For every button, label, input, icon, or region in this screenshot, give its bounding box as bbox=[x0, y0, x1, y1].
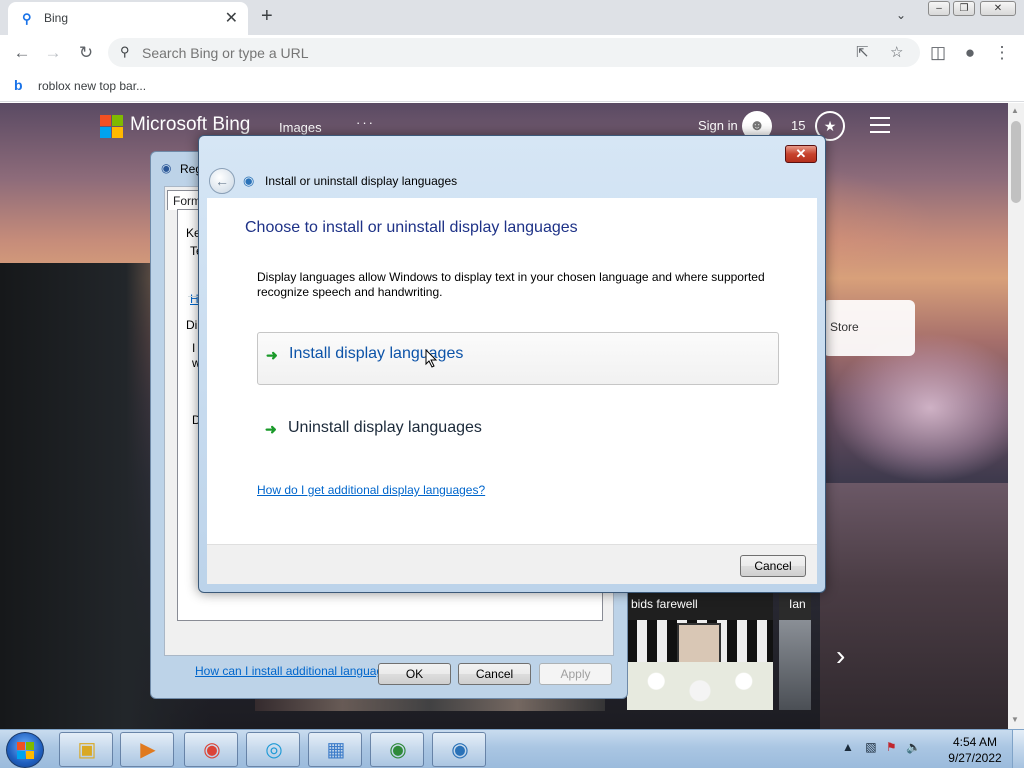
cancel-button[interactable]: Cancel bbox=[458, 663, 531, 685]
ok-button[interactable]: OK bbox=[378, 663, 451, 685]
address-bar[interactable]: ⚲ ⇱ ☆ bbox=[108, 38, 920, 67]
cancel-button[interactable]: Cancel bbox=[740, 555, 806, 577]
forward-arrow-icon[interactable]: → bbox=[41, 41, 65, 65]
clock-date: 9/27/2022 bbox=[948, 751, 1002, 765]
dialog-title: Install or uninstall display languages bbox=[265, 174, 458, 188]
mouse-pointer-icon bbox=[425, 349, 438, 368]
close-window-button[interactable]: ✕ bbox=[980, 1, 1016, 16]
dialog-heading: Choose to install or uninstall display l… bbox=[245, 219, 578, 236]
menu-kebab-icon[interactable]: ⋮ bbox=[990, 41, 1014, 65]
taskbar-region[interactable]: ◉ bbox=[370, 732, 424, 767]
install-languages-link[interactable]: How can I install additional languages? bbox=[195, 664, 402, 678]
green-arrow-icon: ➜ bbox=[266, 347, 278, 363]
network-icon[interactable]: ▧ bbox=[865, 740, 876, 754]
reload-icon[interactable]: ↻ bbox=[74, 41, 98, 65]
news-headline: bids farewell bbox=[631, 597, 698, 611]
action-center-icon[interactable]: ⚑ bbox=[886, 740, 897, 754]
tab-bing[interactable]: ⚲ Bing ✕ bbox=[8, 2, 248, 35]
start-button[interactable] bbox=[6, 732, 44, 768]
search-icon: ⚲ bbox=[120, 44, 130, 59]
clock-time: 4:54 AM bbox=[952, 735, 998, 749]
bookmark-star-icon[interactable]: ☆ bbox=[890, 43, 903, 61]
tab-title: Bing bbox=[44, 11, 69, 25]
back-arrow-icon[interactable]: ← bbox=[10, 41, 34, 65]
search-icon: ⚲ bbox=[22, 11, 32, 26]
bookmark-label: roblox new top bar... bbox=[38, 79, 147, 93]
sign-in-link[interactable]: Sign in bbox=[698, 118, 738, 133]
thumbnail-strip bbox=[255, 699, 605, 711]
bing-logo-text: Microsoft Bing bbox=[130, 114, 251, 135]
taskbar-edge[interactable]: ◎ bbox=[246, 732, 300, 767]
news-card[interactable]: bids farewell bbox=[627, 590, 773, 710]
scroll-up-arrow-icon[interactable]: ▲ bbox=[1011, 106, 1019, 115]
volume-icon[interactable]: 🔈 bbox=[906, 740, 921, 754]
nav-more[interactable]: ··· bbox=[356, 115, 375, 130]
page-scrollbar[interactable]: ▲ ▼ bbox=[1008, 103, 1024, 729]
scrollbar-thumb[interactable] bbox=[1011, 121, 1021, 203]
address-input[interactable] bbox=[142, 43, 842, 62]
taskbar-chrome[interactable]: ◉ bbox=[184, 732, 238, 767]
close-button[interactable]: ✕ bbox=[785, 145, 817, 163]
tab-strip: ⚲ Bing ✕ + ⌄ – ❐ ✕ bbox=[0, 0, 1024, 35]
minimize-button[interactable]: – bbox=[928, 1, 950, 16]
show-hidden-icons-icon[interactable]: ▲ bbox=[842, 740, 854, 754]
taskbar: ▣ ▶ ◉ ◎ ▦ ◉ ◉ ▲ ▧ ⚑ 🔈 4:54 AM 9/27/2022 bbox=[0, 729, 1024, 768]
nav-images[interactable]: Images bbox=[279, 120, 322, 135]
store-card-label: Store bbox=[830, 320, 859, 334]
option-label: Uninstall display languages bbox=[288, 419, 482, 436]
chevron-down-icon[interactable]: ⌄ bbox=[896, 8, 906, 22]
news-image bbox=[779, 620, 811, 710]
side-panel-icon[interactable]: ◫ bbox=[926, 41, 950, 65]
share-icon[interactable]: ⇱ bbox=[856, 43, 869, 61]
dialog-content: Choose to install or uninstall display l… bbox=[207, 198, 817, 544]
taskbar-display-languages[interactable]: ◉ bbox=[432, 732, 486, 767]
additional-languages-link[interactable]: How do I get additional display language… bbox=[257, 483, 485, 497]
globe-icon: ◉ bbox=[161, 161, 172, 175]
globe-icon: ◉ bbox=[389, 739, 407, 761]
news-headline: Ian bbox=[789, 597, 806, 611]
apply-button[interactable]: Apply bbox=[539, 663, 612, 685]
store-card[interactable]: Store bbox=[823, 300, 915, 356]
display-languages-dialog: ✕ ← ◉ Install or uninstall display langu… bbox=[198, 135, 826, 593]
picture-icon: ▦ bbox=[326, 739, 346, 761]
back-arrow-icon[interactable]: ← bbox=[209, 168, 235, 194]
profile-icon[interactable]: ● bbox=[958, 41, 982, 65]
chevron-right-icon[interactable]: › bbox=[836, 640, 845, 672]
show-desktop-button[interactable] bbox=[1012, 730, 1024, 768]
bookmarks-bar: b roblox new top bar... bbox=[0, 70, 1024, 102]
news-card[interactable]: Ian bbox=[779, 590, 811, 710]
folder-icon: ▣ bbox=[77, 739, 97, 761]
edge-icon: ◎ bbox=[265, 739, 283, 761]
rewards-points[interactable]: 15 bbox=[791, 118, 805, 133]
media-player-icon: ▶ bbox=[140, 739, 156, 761]
bing-icon: b bbox=[14, 77, 23, 93]
hamburger-menu-icon[interactable] bbox=[870, 117, 890, 133]
taskbar-paint[interactable]: ▦ bbox=[308, 732, 362, 767]
green-arrow-icon: ➜ bbox=[265, 421, 277, 437]
uninstall-display-languages-option[interactable]: ➜ Uninstall display languages bbox=[257, 407, 779, 460]
close-tab-icon[interactable]: ✕ bbox=[225, 8, 238, 28]
chrome-icon: ◉ bbox=[203, 739, 221, 761]
system-tray: ▲ ▧ ⚑ 🔈 bbox=[842, 740, 921, 754]
restore-button[interactable]: ❐ bbox=[953, 1, 975, 16]
browser-toolbar: ← → ↻ ⚲ ⇱ ☆ ◫ ● ⋮ bbox=[0, 35, 1024, 70]
language-globe-icon: ◉ bbox=[451, 739, 469, 761]
dialog-description: Display languages allow Windows to displ… bbox=[257, 270, 765, 299]
taskbar-clock[interactable]: 4:54 AM 9/27/2022 bbox=[944, 734, 1006, 766]
new-tab-button[interactable]: + bbox=[261, 5, 273, 28]
taskbar-media-player[interactable]: ▶ bbox=[120, 732, 174, 767]
scroll-down-arrow-icon[interactable]: ▼ bbox=[1011, 715, 1019, 724]
install-display-languages-option[interactable]: ➜ Install display languages bbox=[257, 332, 779, 385]
language-globe-icon: ◉ bbox=[243, 173, 255, 188]
taskbar-explorer[interactable]: ▣ bbox=[59, 732, 113, 767]
dialog-footer: Cancel bbox=[207, 544, 817, 584]
